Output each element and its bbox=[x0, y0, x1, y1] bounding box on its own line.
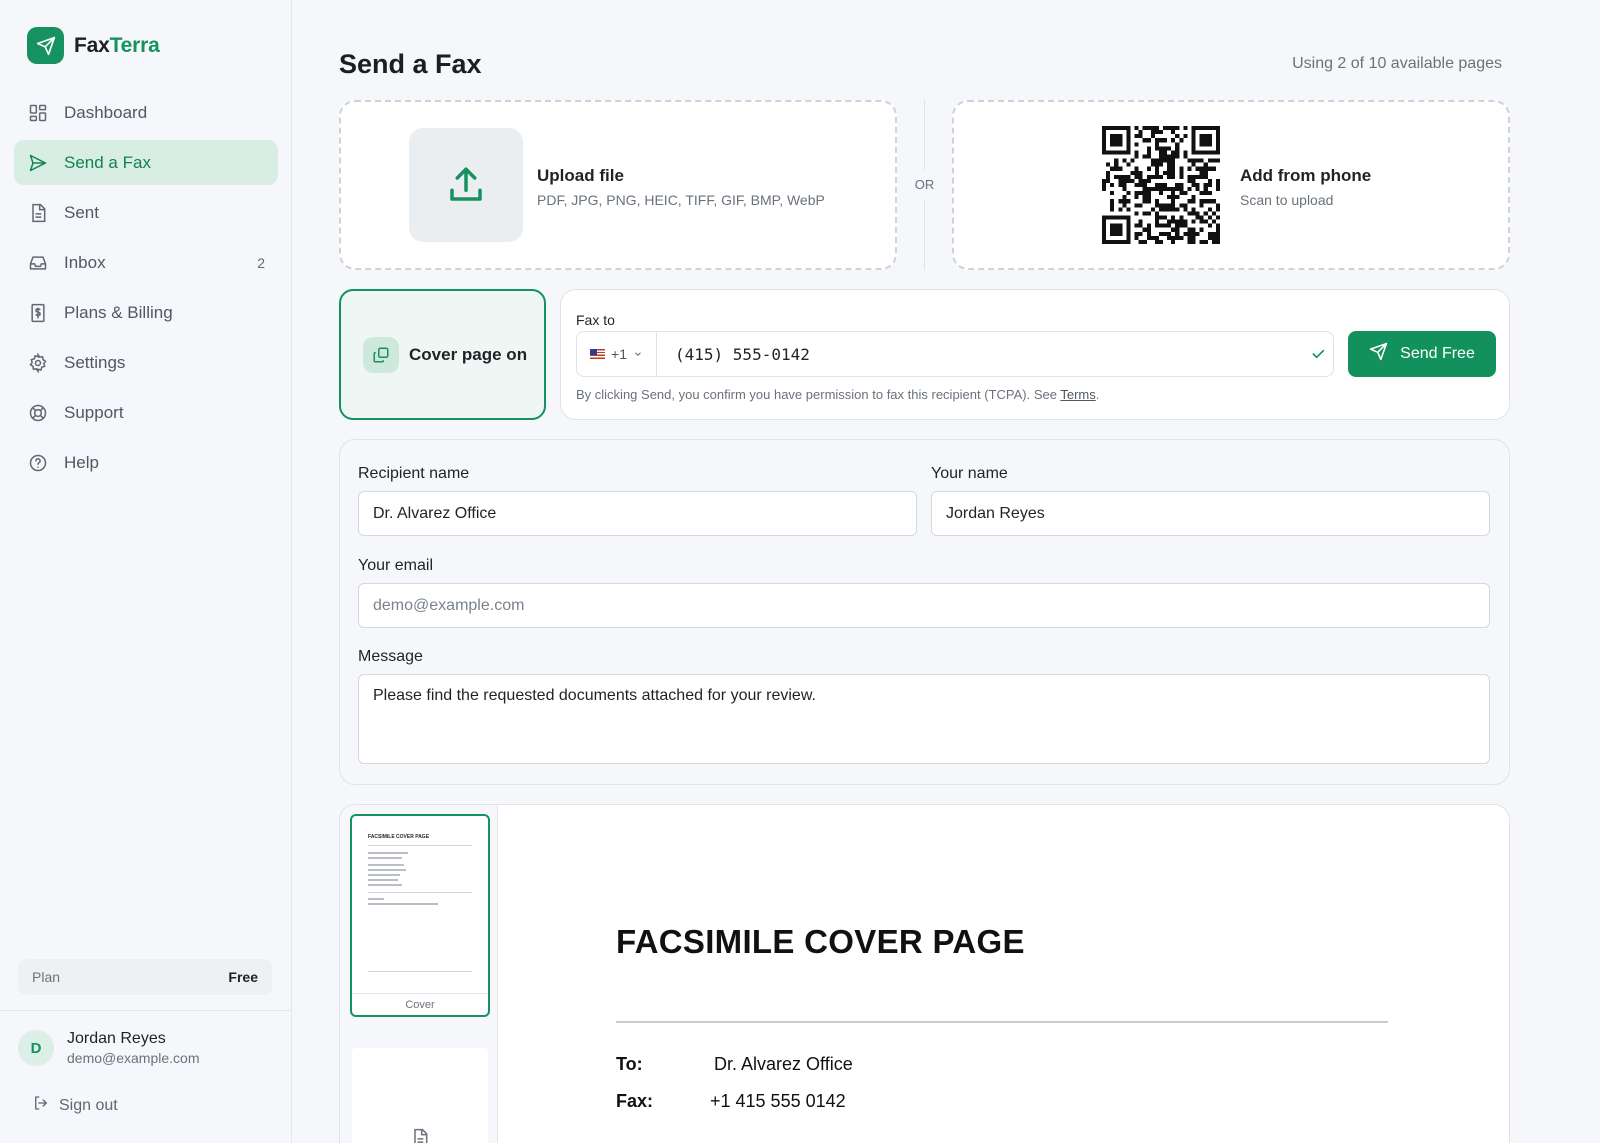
phone-upload-title: Add from phone bbox=[1240, 166, 1372, 185]
upload-formats: PDF, JPG, PNG, HEIC, TIFF, GIF, BMP, Web… bbox=[537, 192, 825, 208]
cover-page-toggle[interactable]: Cover page on bbox=[339, 289, 546, 420]
upload-title: Upload file bbox=[537, 166, 624, 185]
sidebar-item-label: Settings bbox=[64, 352, 126, 372]
sign-out-button[interactable]: Sign out bbox=[32, 1094, 118, 1117]
send-button-label: Send Free bbox=[1400, 345, 1475, 362]
user-email: demo@example.com bbox=[67, 1050, 200, 1066]
phone-upload-panel: Add from phone Scan to upload bbox=[952, 100, 1510, 270]
sign-out-label: Sign out bbox=[59, 1096, 118, 1114]
brand-name: FaxTerra bbox=[74, 33, 160, 57]
thumbnail-cover[interactable]: FACSIMILE COVER PAGE Cover bbox=[350, 814, 490, 1017]
user-name: Jordan Reyes bbox=[67, 1030, 166, 1047]
sidebar-item-support[interactable]: Support bbox=[14, 390, 278, 435]
sign-out-icon bbox=[32, 1094, 50, 1117]
country-code-select[interactable]: +1 bbox=[577, 332, 657, 376]
check-icon bbox=[1303, 346, 1333, 362]
send-logo-icon bbox=[27, 27, 64, 64]
sidebar-item-label: Help bbox=[64, 452, 99, 472]
sidebar-item-label: Inbox bbox=[64, 252, 106, 272]
message-textarea[interactable]: Please find the requested documents atta… bbox=[358, 674, 1490, 764]
upload-icon bbox=[409, 128, 523, 242]
sidebar-item-label: Sent bbox=[64, 202, 99, 222]
main-content: Send a Fax Using 2 of 10 available pages… bbox=[292, 0, 1600, 1143]
page-title: Send a Fax bbox=[339, 49, 482, 79]
inbox-icon bbox=[27, 252, 49, 274]
fax-number-input[interactable]: (415) 555-0142 bbox=[657, 345, 1303, 364]
country-code-value: +1 bbox=[611, 346, 627, 362]
help-icon bbox=[27, 452, 49, 474]
us-flag-icon bbox=[590, 349, 606, 359]
sidebar-divider bbox=[0, 1010, 292, 1011]
page-usage-text: Using 2 of 10 available pages bbox=[1292, 55, 1502, 72]
doc-to-value: Dr. Alvarez Office bbox=[714, 1054, 853, 1074]
chevron-down-icon bbox=[633, 346, 643, 362]
gear-icon bbox=[27, 352, 49, 374]
doc-fax-label: Fax: bbox=[616, 1091, 654, 1111]
your-name-label: Your name bbox=[931, 465, 1008, 482]
sidebar-item-sent[interactable]: Sent bbox=[14, 190, 278, 235]
recipient-name-input[interactable]: Dr. Alvarez Office bbox=[358, 491, 917, 536]
inbox-count-badge: 2 bbox=[257, 254, 265, 271]
sidebar-nav: Dashboard Send a Fax Sent Inbox 2 Plans … bbox=[14, 90, 278, 490]
page-thumbnails: FACSIMILE COVER PAGE Cover bbox=[340, 805, 498, 1143]
cover-details-form: Recipient name Dr. Alvarez Office Your n… bbox=[339, 439, 1510, 785]
lifebuoy-icon bbox=[27, 402, 49, 424]
or-divider: OR bbox=[897, 100, 952, 270]
thumb-title: FACSIMILE COVER PAGE bbox=[368, 834, 430, 840]
plan-label: Plan bbox=[32, 969, 61, 985]
email-label: Your email bbox=[358, 557, 434, 574]
fax-number-field[interactable]: +1 (415) 555-0142 bbox=[576, 331, 1334, 377]
doc-divider bbox=[616, 1021, 1388, 1023]
sidebar: FaxTerra Dashboard Send a Fax Sent Inbox… bbox=[0, 0, 292, 1143]
sidebar-item-settings[interactable]: Settings bbox=[14, 340, 278, 385]
sidebar-item-dashboard[interactable]: Dashboard bbox=[14, 90, 278, 135]
message-label: Message bbox=[358, 648, 423, 665]
email-input[interactable]: demo@example.com bbox=[358, 583, 1490, 628]
sidebar-item-send-a-fax[interactable]: Send a Fax bbox=[14, 140, 278, 185]
dashboard-icon bbox=[27, 102, 49, 124]
recipient-name-label: Recipient name bbox=[358, 465, 470, 482]
copy-pages-icon bbox=[363, 336, 399, 373]
document-icon bbox=[410, 1128, 430, 1143]
sidebar-item-label: Dashboard bbox=[64, 102, 148, 122]
sidebar-item-label: Support bbox=[64, 402, 124, 422]
avatar: D bbox=[18, 1030, 54, 1066]
or-label: OR bbox=[914, 177, 935, 192]
user-profile[interactable]: D Jordan Reyes demo@example.com bbox=[18, 1030, 200, 1066]
fax-to-card: Fax to +1 (415) 555-0142 Send Free By cl… bbox=[560, 289, 1510, 420]
plan-value: Free bbox=[228, 969, 258, 985]
sidebar-item-label: Plans & Billing bbox=[64, 302, 173, 322]
send-icon bbox=[27, 152, 49, 174]
doc-fax-value: +1 415 555 0142 bbox=[710, 1091, 846, 1111]
phone-upload-subtitle: Scan to upload bbox=[1240, 192, 1334, 208]
sidebar-item-inbox[interactable]: Inbox 2 bbox=[14, 240, 278, 285]
send-free-button[interactable]: Send Free bbox=[1348, 331, 1496, 377]
thumb-caption: Cover bbox=[352, 993, 488, 1015]
cover-page-label: Cover page on bbox=[409, 344, 528, 364]
doc-to-label: To: bbox=[616, 1054, 643, 1074]
upload-dropzone[interactable]: Upload file PDF, JPG, PNG, HEIC, TIFF, G… bbox=[339, 100, 897, 270]
fax-to-label: Fax to bbox=[576, 312, 615, 328]
terms-link[interactable]: Terms bbox=[1060, 387, 1095, 402]
tcpa-notice: By clicking Send, you confirm you have p… bbox=[576, 387, 1100, 402]
doc-title: FACSIMILE COVER PAGE bbox=[616, 923, 1025, 960]
sidebar-item-label: Send a Fax bbox=[64, 152, 151, 172]
brand[interactable]: FaxTerra bbox=[27, 27, 160, 64]
plan-indicator: Plan Free bbox=[18, 959, 272, 995]
send-icon bbox=[1369, 342, 1388, 366]
billing-icon bbox=[27, 302, 49, 324]
thumbnail-page-2[interactable] bbox=[352, 1048, 488, 1143]
sidebar-item-help[interactable]: Help bbox=[14, 440, 278, 485]
your-name-input[interactable]: Jordan Reyes bbox=[931, 491, 1490, 536]
cover-page-preview: FACSIMILE COVER PAGE Cover FACSIMILE COV… bbox=[339, 804, 1510, 1143]
sidebar-item-plans-billing[interactable]: Plans & Billing bbox=[14, 290, 278, 335]
qr-code[interactable] bbox=[1102, 126, 1220, 244]
document-icon bbox=[27, 202, 49, 224]
